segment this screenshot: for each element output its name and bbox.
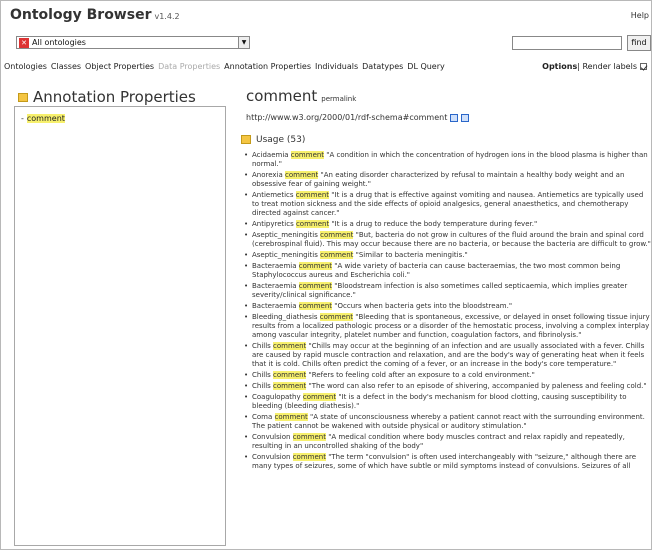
entity-title-text: comment <box>246 87 318 105</box>
search-input[interactable] <box>512 36 622 50</box>
tree-item-comment[interactable]: - comment <box>21 114 65 123</box>
usage-subject-link[interactable]: Antiemetics <box>252 191 294 199</box>
usage-value-text: "Refers to feeling cold after an exposur… <box>308 371 535 379</box>
usage-property-link[interactable]: comment <box>295 191 330 199</box>
usage-property-link[interactable]: comment <box>285 171 319 179</box>
usage-item: Acidaemia comment "A condition in which … <box>244 151 652 169</box>
usage-item: Aseptic_meningitis comment "But, bacteri… <box>244 231 652 249</box>
folder-icon <box>18 93 28 102</box>
usage-value-text: "Occurs when bacteria gets into the bloo… <box>334 302 513 310</box>
usage-property-link[interactable]: comment <box>298 282 333 290</box>
usage-value-text: "Chills may occur at the beginning of an… <box>252 342 645 368</box>
annotation-property-tree: - comment <box>14 106 226 546</box>
usage-property-link[interactable]: comment <box>292 453 326 461</box>
chevron-down-icon[interactable]: ▼ <box>238 37 249 48</box>
usage-subject-link[interactable]: Convulsion <box>252 453 290 461</box>
tab-classes[interactable]: Classes <box>51 62 81 71</box>
usage-property-link[interactable]: comment <box>319 313 354 321</box>
tree-bullet: - <box>21 114 24 123</box>
external-link-icon[interactable] <box>461 113 470 122</box>
render-labels-label: Render labels <box>582 62 637 71</box>
tab-annotation-properties[interactable]: Annotation Properties <box>224 62 311 71</box>
left-panel-title: Annotation Properties <box>33 88 196 106</box>
usage-item: Coagulopathy comment "It is a defect in … <box>244 393 652 411</box>
usage-item: Bacteraemia comment "A wide variety of b… <box>244 262 652 280</box>
entity-title: comment permalink <box>246 87 356 105</box>
usage-item: Bleeding_diathesis comment "Bleeding tha… <box>244 313 652 340</box>
tab-datatypes[interactable]: Datatypes <box>362 62 403 71</box>
usage-list: Acidaemia comment "A condition in which … <box>244 151 652 473</box>
usage-subject-link[interactable]: Bacteraemia <box>252 262 297 270</box>
tab-data-properties[interactable]: Data Properties <box>158 62 220 71</box>
usage-property-link[interactable]: comment <box>320 231 354 239</box>
usage-property-link[interactable]: comment <box>273 371 307 379</box>
usage-item: Chills comment "Chills may occur at the … <box>244 342 652 369</box>
app-title: Ontology Browser v1.4.2 <box>10 7 180 23</box>
usage-value-text: "It is a drug to reduce the body tempera… <box>331 220 538 228</box>
usage-subject-link[interactable]: Bacteraemia <box>252 302 297 310</box>
usage-subject-link[interactable]: Anorexia <box>252 171 283 179</box>
usage-item: Aseptic_meningitis comment "Similar to b… <box>244 251 652 260</box>
usage-subject-link[interactable]: Aseptic_meningitis <box>252 251 318 259</box>
usage-subject-link[interactable]: Aseptic_meningitis <box>252 231 318 239</box>
external-link-icon[interactable] <box>450 113 459 122</box>
usage-property-link[interactable]: comment <box>273 382 307 390</box>
left-panel-heading: Annotation Properties <box>18 88 196 106</box>
usage-subject-link[interactable]: Bacteraemia <box>252 282 297 290</box>
tab-individuals[interactable]: Individuals <box>315 62 358 71</box>
usage-value-text: "The word can also refer to an episode o… <box>308 382 647 390</box>
usage-value-text: "Similar to bacteria meningitis." <box>355 251 468 259</box>
usage-value-text: "A state of unconsciousness whereby a pa… <box>252 413 645 430</box>
usage-property-link[interactable]: comment <box>298 302 333 310</box>
usage-property-link[interactable]: comment <box>292 433 326 441</box>
tab-ontologies[interactable]: Ontologies <box>4 62 47 71</box>
tab-bar: Ontologies Classes Object Properties Data P… <box>4 62 449 71</box>
app-version: v1.4.2 <box>154 12 180 21</box>
entity-uri: http://www.w3.org/2000/01/rdf-schema#com… <box>246 113 470 122</box>
usage-property-link[interactable]: comment <box>302 393 337 401</box>
tab-dl-query[interactable]: DL Query <box>407 62 444 71</box>
entity-uri-text: http://www.w3.org/2000/01/rdf-schema#com… <box>246 113 448 122</box>
close-icon[interactable]: ✕ <box>19 38 29 48</box>
usage-subject-link[interactable]: Coma <box>252 413 272 421</box>
usage-label: Usage (53) <box>256 135 306 145</box>
usage-property-link[interactable]: comment <box>274 413 308 421</box>
tree-item-label[interactable]: comment <box>26 114 65 123</box>
ontology-select-value: All ontologies <box>32 38 86 47</box>
find-button[interactable]: find <box>627 35 651 51</box>
options-link[interactable]: Options <box>542 62 577 71</box>
usage-subject-link[interactable]: Chills <box>252 342 271 350</box>
usage-subject-link[interactable]: Chills <box>252 382 271 390</box>
app-title-text: Ontology Browser <box>10 7 152 23</box>
usage-heading: Usage (53) <box>241 135 305 145</box>
usage-subject-link[interactable]: Bleeding_diathesis <box>252 313 318 321</box>
tab-object-properties[interactable]: Object Properties <box>85 62 154 71</box>
usage-item: Bacteraemia comment "Occurs when bacteri… <box>244 302 652 311</box>
usage-item: Antiemetics comment "It is a drug that i… <box>244 191 652 218</box>
usage-subject-link[interactable]: Convulsion <box>252 433 290 441</box>
usage-property-link[interactable]: comment <box>295 220 330 228</box>
usage-item: Chills comment "Refers to feeling cold a… <box>244 371 652 380</box>
usage-item: Convulsion comment "The term "convulsion… <box>244 453 652 471</box>
usage-subject-link[interactable]: Acidaemia <box>252 151 289 159</box>
usage-property-link[interactable]: comment <box>273 342 307 350</box>
usage-property-link[interactable]: comment <box>320 251 354 259</box>
usage-property-link[interactable]: comment <box>298 262 333 270</box>
usage-item: Bacteraemia comment "Bloodstream infecti… <box>244 282 652 300</box>
usage-subject-link[interactable]: Chills <box>252 371 271 379</box>
ontology-select[interactable]: ✕ All ontologies ▼ <box>16 36 250 49</box>
usage-item: Antipyretics comment "It is a drug to re… <box>244 220 652 229</box>
usage-item: Convulsion comment "A medical condition … <box>244 433 652 451</box>
permalink-link[interactable]: permalink <box>321 95 356 103</box>
folder-icon <box>241 135 251 144</box>
usage-item: Coma comment "A state of unconsciousness… <box>244 413 652 431</box>
usage-property-link[interactable]: comment <box>290 151 325 159</box>
usage-subject-link[interactable]: Coagulopathy <box>252 393 301 401</box>
usage-subject-link[interactable]: Antipyretics <box>252 220 294 228</box>
help-link[interactable]: Help <box>631 11 649 20</box>
render-labels-checkbox[interactable] <box>640 63 647 70</box>
usage-item: Anorexia comment "An eating disorder cha… <box>244 171 652 189</box>
options-bar: Options| Render labels <box>542 62 647 71</box>
usage-item: Chills comment "The word can also refer … <box>244 382 652 391</box>
